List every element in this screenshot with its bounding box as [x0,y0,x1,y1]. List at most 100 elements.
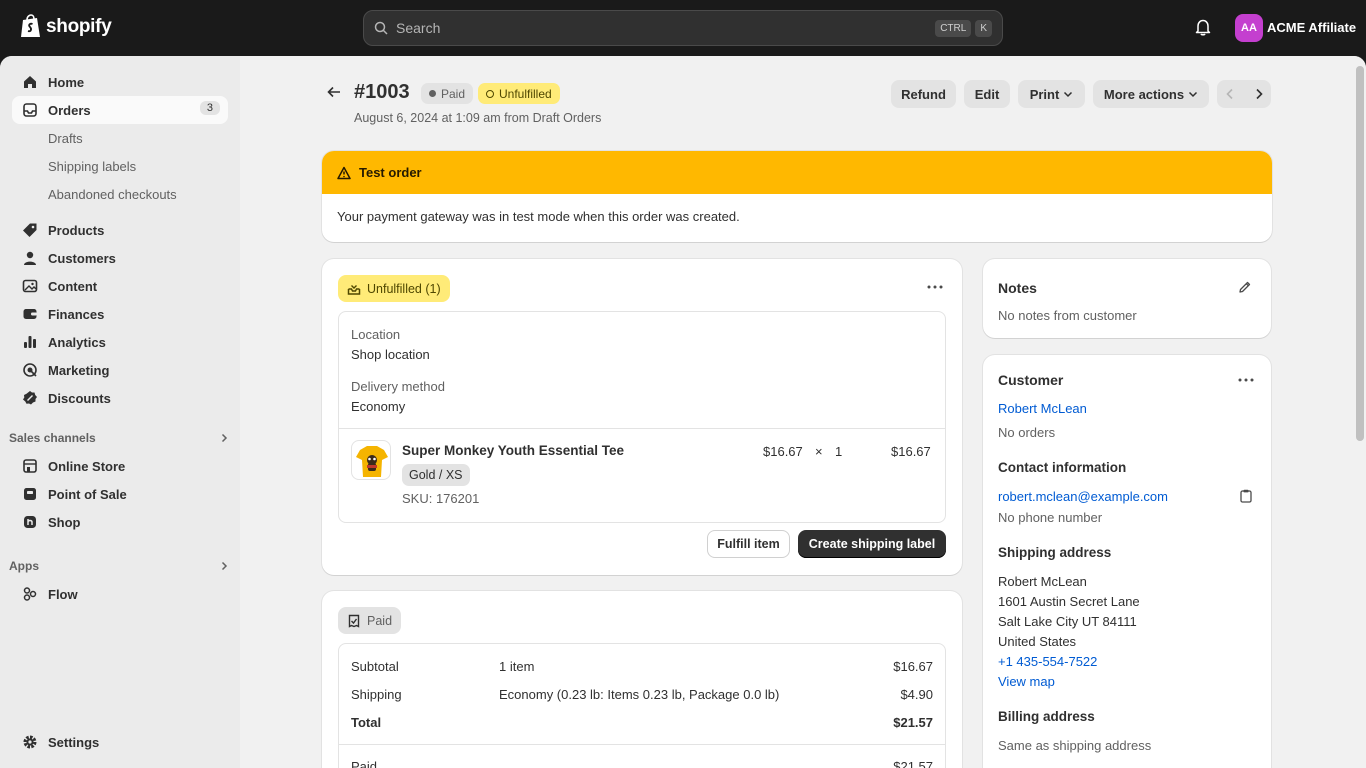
sidebar-item-flow[interactable]: Flow [12,580,228,608]
sidebar-item-label: Discounts [48,390,111,406]
shopify-logo[interactable]: shopify [20,14,112,39]
unit-price: $16.67 [763,444,803,459]
sidebar-item-finances[interactable]: Finances [12,300,228,328]
sidebar-item-settings[interactable]: Settings [12,728,228,756]
shop-app-icon [22,514,38,530]
more-actions-button[interactable]: More actions [1093,80,1209,108]
pencil-edit-icon[interactable] [1238,280,1252,294]
sidebar-item-shipping-labels[interactable]: Shipping labels [12,152,228,180]
sidebar-item-label: Home [48,74,85,90]
sidebar-item-label: Products [48,222,105,238]
contact-info-title: Contact information [998,460,1127,475]
view-map-link[interactable]: View map [998,674,1055,689]
customer-card: Customer Robert McLean No orders Contact… [983,355,1271,768]
test-order-banner: Test order Your payment gateway was in t… [322,151,1272,242]
sales-channels-header[interactable]: Sales channels [9,431,229,445]
refund-button[interactable]: Refund [891,80,956,108]
badge-label: Paid [367,613,393,628]
billing-address-text: Same as shipping address [998,738,1152,753]
paid-badge: Paid [338,607,402,634]
sidebar-item-label: Settings [48,734,100,750]
subtotal-label: Subtotal [351,659,399,674]
brand-wordmark: shopify [46,15,112,37]
address-phone-link[interactable]: +1 435-554-7522 [998,654,1097,669]
notifications-bell-icon[interactable] [1195,18,1211,36]
image-icon [22,278,38,294]
banner-message: Your payment gateway was in test mode wh… [337,209,740,224]
home-icon [22,74,38,90]
page-scrollbar[interactable] [1354,56,1366,768]
clipboard-copy-icon[interactable] [1240,489,1252,503]
banner-header: Test order [322,151,1272,194]
sidebar-item-drafts[interactable]: Drafts [12,124,228,152]
unfulfilled-status-badge: Unfulfilled [478,83,560,104]
sidebar-item-customers[interactable]: Customers [12,244,228,272]
search-input[interactable]: Search CTRL K [363,10,1003,46]
sidebar-item-label: Orders [48,102,91,118]
main-content: #1003 Paid Unfulfilled August 6, 2024 at… [240,56,1354,768]
customer-email-link[interactable]: robert.mclean@example.com [998,489,1168,504]
address-line-1: 1601 Austin Secret Lane [998,594,1140,609]
storefront-icon [22,458,38,474]
times-sign: × [815,444,823,459]
sidebar-item-content[interactable]: Content [12,272,228,300]
scrollbar-thumb[interactable] [1356,66,1364,441]
pagination-group [1217,80,1271,108]
dot-icon [429,90,436,97]
section-label: Sales channels [9,431,96,445]
sidebar-item-abandoned-checkouts[interactable]: Abandoned checkouts [12,180,228,208]
search-placeholder: Search [396,20,441,36]
sidebar-item-orders[interactable]: Orders 3 [12,96,228,124]
customer-title: Customer [998,372,1064,388]
address-name: Robert McLean [998,574,1087,589]
variant-badge: Gold / XS [402,464,470,486]
more-options-icon[interactable] [1238,378,1254,382]
notes-card: Notes No notes from customer [983,259,1271,338]
discount-icon [22,390,38,406]
edit-button[interactable]: Edit [964,80,1010,108]
product-thumbnail[interactable] [351,440,391,480]
inbox-icon [22,102,38,118]
sidebar-item-online-store[interactable]: Online Store [12,452,228,480]
back-arrow-icon[interactable] [326,84,342,100]
unfulfilled-box-icon [347,282,361,296]
sidebar-item-label: Flow [48,586,78,602]
avatar[interactable]: AA [1235,14,1263,42]
sidebar-item-label: Customers [48,250,116,266]
sidebar: Home Orders 3 Drafts Shipping labels Aba… [0,56,240,768]
apps-header[interactable]: Apps [9,559,229,573]
fulfill-item-button[interactable]: Fulfill item [707,530,790,558]
create-shipping-label-button[interactable]: Create shipping label [798,530,946,558]
sidebar-item-point-of-sale[interactable]: Point of Sale [12,480,228,508]
bank-icon [22,306,38,322]
shortcut-k-key: K [975,19,992,37]
receipt-check-icon [347,614,361,628]
customer-orders: No orders [998,425,1056,440]
product-name-link[interactable]: Super Monkey Youth Essential Tee [402,443,624,458]
sidebar-item-home[interactable]: Home [12,68,228,96]
location-label: Location [351,327,401,342]
sidebar-item-shop[interactable]: Shop [12,508,228,536]
sidebar-item-label: Online Store [48,458,126,474]
badge-label: Unfulfilled [499,86,552,101]
next-order-icon[interactable] [1254,88,1264,100]
address-country: United States [998,634,1077,649]
store-name[interactable]: ACME Affiliate [1267,20,1356,35]
flow-icon [22,586,38,602]
sidebar-item-analytics[interactable]: Analytics [12,328,228,356]
divider [339,428,945,429]
unfulfilled-count-badge: Unfulfilled (1) [338,275,450,302]
paid-amount: $21.57 [893,759,933,768]
notes-body: No notes from customer [998,308,1137,323]
customer-name-link[interactable]: Robert McLean [998,401,1087,416]
sidebar-item-products[interactable]: Products [12,216,228,244]
sidebar-item-label: Finances [48,306,105,322]
more-options-icon[interactable] [927,285,943,289]
chevron-right-icon [219,433,229,443]
address-line-2: Salt Lake City UT 84111 [998,614,1137,629]
sidebar-item-marketing[interactable]: Marketing [12,356,228,384]
order-subtitle: August 6, 2024 at 1:09 am from Draft Ord… [354,111,602,125]
previous-order-icon[interactable] [1225,88,1235,100]
sidebar-item-discounts[interactable]: Discounts [12,384,228,412]
print-button[interactable]: Print [1018,80,1085,108]
